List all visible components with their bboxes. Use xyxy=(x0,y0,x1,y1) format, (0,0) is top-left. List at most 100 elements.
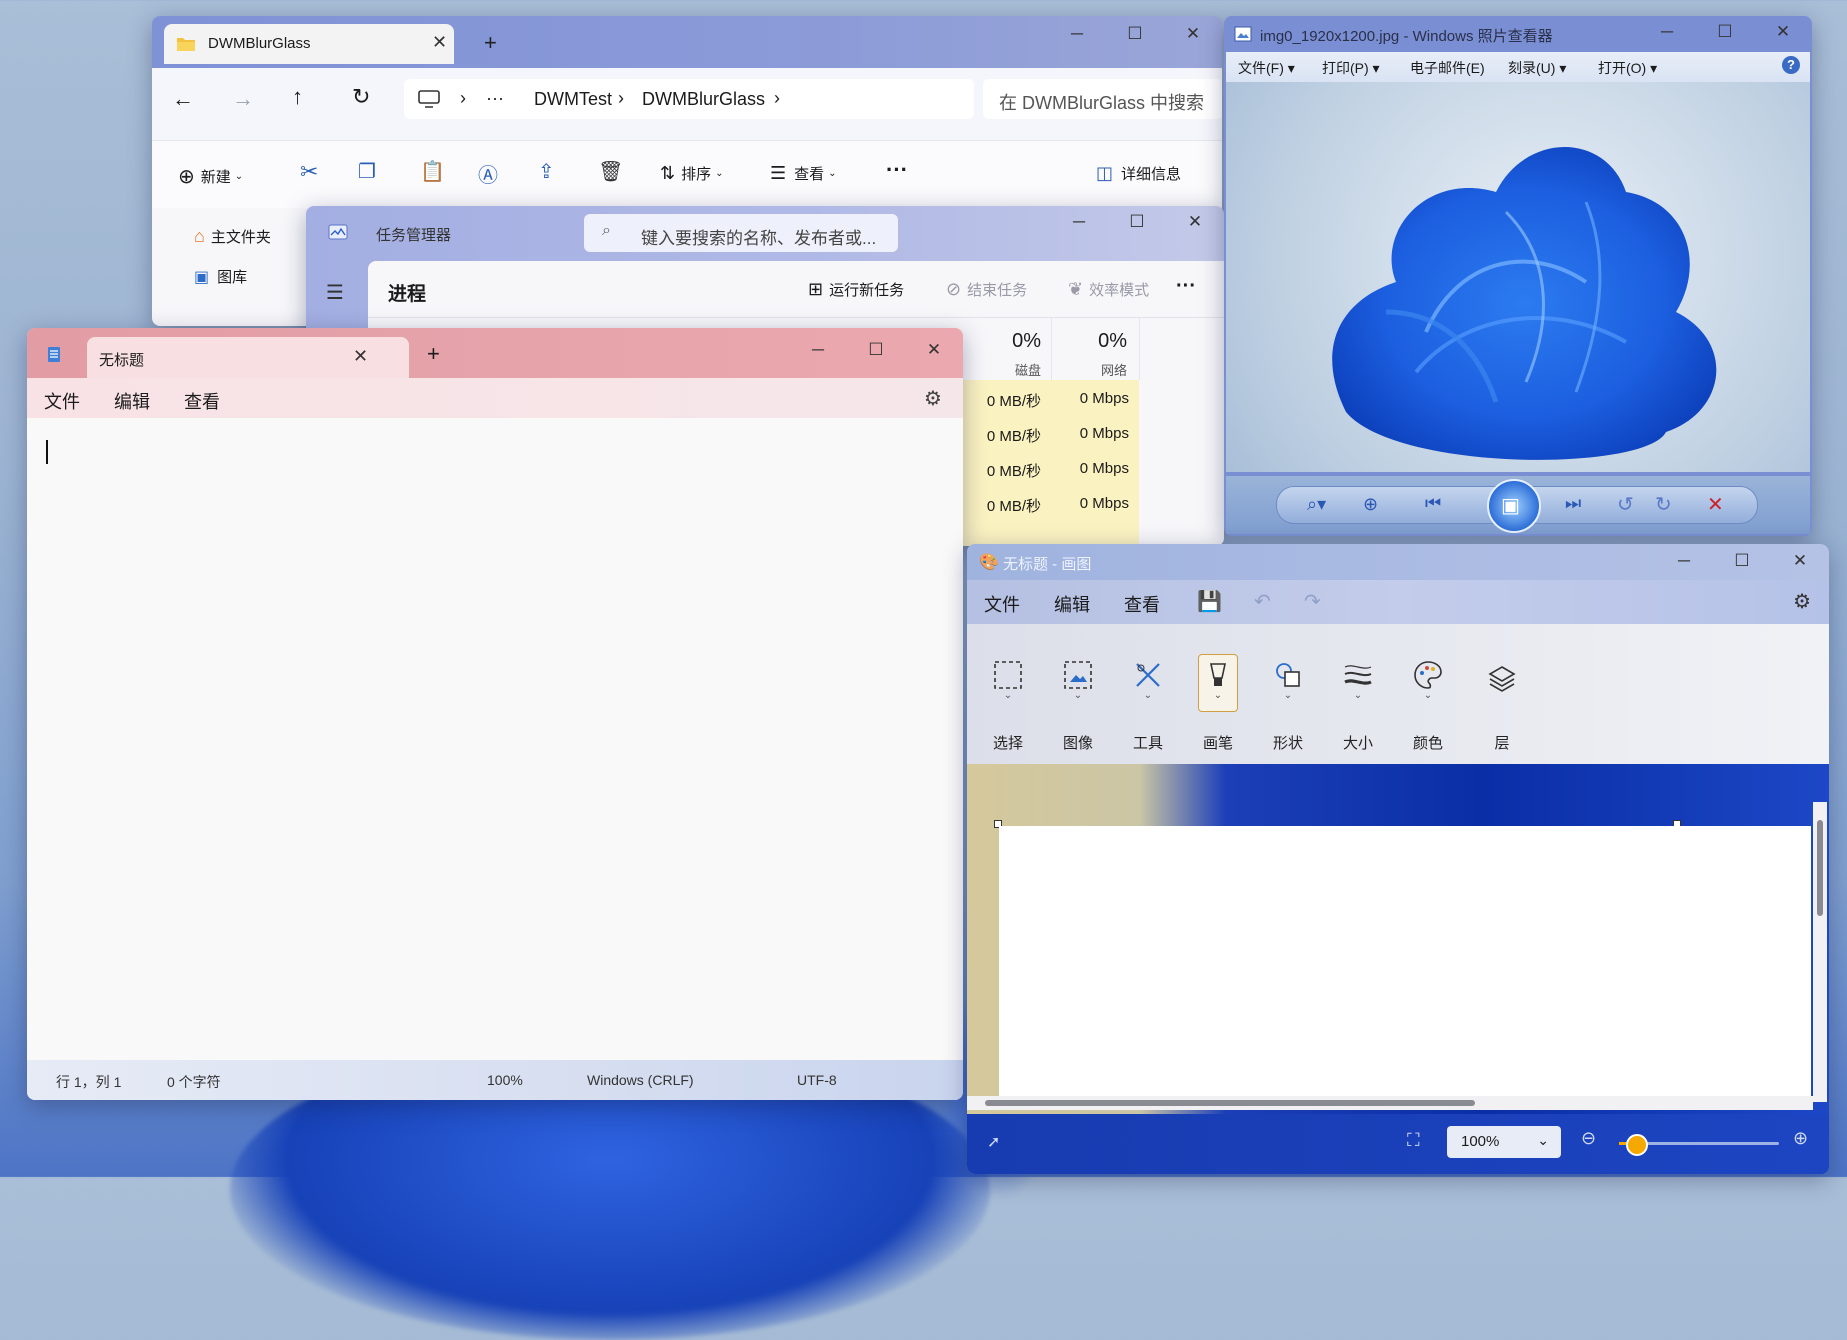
close-icon[interactable]: ✕ xyxy=(1754,16,1812,50)
explorer-search-input[interactable]: 在 DWMBlurGlass 中搜索 xyxy=(983,79,1222,119)
copy-icon[interactable]: ❐ xyxy=(358,159,376,184)
maximize-icon[interactable]: ☐ xyxy=(1696,16,1754,50)
next-icon[interactable]: ⏭ xyxy=(1565,493,1581,514)
maximize-icon[interactable]: ☐ xyxy=(847,332,905,368)
table-row[interactable]: 0 MB/秒 0 Mbps xyxy=(963,485,1139,521)
explorer-tab[interactable]: DWMBlurGlass ✕ xyxy=(164,24,454,64)
minimize-icon[interactable]: ─ xyxy=(1050,206,1108,240)
redo-icon[interactable]: ↷ xyxy=(1304,589,1321,614)
hamburger-menu-icon[interactable]: ☰ xyxy=(326,280,344,305)
more-options-icon[interactable]: ··· xyxy=(1176,275,1196,298)
breadcrumb-overflow[interactable]: ··· xyxy=(486,88,504,109)
menu-edit[interactable]: 编辑 xyxy=(1054,591,1090,617)
tool-image[interactable]: ⌄ 图像 xyxy=(1043,624,1113,764)
tool-select[interactable]: ⌄ 选择 xyxy=(973,624,1043,764)
forward-icon[interactable]: → xyxy=(232,86,254,112)
more-options-icon[interactable]: ··· xyxy=(886,157,908,183)
table-row[interactable]: 0 MB/秒 0 Mbps xyxy=(963,380,1139,416)
slideshow-button[interactable]: ▣ xyxy=(1487,479,1541,533)
breadcrumb-dwmtest[interactable]: DWMTest xyxy=(534,89,612,110)
close-icon[interactable]: ✕ xyxy=(1166,206,1224,240)
menu-burn[interactable]: 刻录(U) ▾ xyxy=(1508,58,1566,78)
tool-tools[interactable]: ⌄ 工具 xyxy=(1113,624,1183,764)
tool-shapes[interactable]: ⌄ 形状 xyxy=(1253,624,1323,764)
text-editor-area[interactable] xyxy=(27,418,963,1060)
cut-icon[interactable]: ✂ xyxy=(300,159,318,185)
zoom-slider[interactable] xyxy=(1619,1134,1779,1156)
share-icon[interactable]: ⇪ xyxy=(538,159,555,184)
help-icon[interactable]: ? xyxy=(1782,56,1800,74)
fit-to-window-icon[interactable]: ⛶ xyxy=(1407,1130,1420,1151)
sort-button[interactable]: ⇅ 排序 ⌄ xyxy=(660,163,724,184)
tool-size[interactable]: ⌄ 大小 xyxy=(1323,624,1393,764)
actual-size-icon[interactable]: ⊕ xyxy=(1363,494,1378,515)
menu-file[interactable]: 文件 xyxy=(44,388,80,414)
refresh-icon[interactable]: ↻ xyxy=(352,84,370,110)
maximize-icon[interactable]: ☐ xyxy=(1108,206,1166,240)
maximize-icon[interactable]: ☐ xyxy=(1713,544,1771,579)
table-row[interactable]: 0 MB/秒 0 Mbps xyxy=(963,450,1139,486)
rotate-right-icon[interactable]: ↻ xyxy=(1655,492,1672,517)
notepad-tab[interactable]: 无标题 ✕ xyxy=(87,337,409,378)
undo-icon[interactable]: ↶ xyxy=(1254,589,1271,614)
new-button[interactable]: ⊕ 新建 ⌄ xyxy=(178,164,243,189)
menu-print[interactable]: 打印(P) ▾ xyxy=(1322,58,1380,78)
menu-email[interactable]: 电子邮件(E) xyxy=(1410,58,1485,78)
close-icon[interactable]: ✕ xyxy=(1164,16,1222,52)
menu-file[interactable]: 文件 xyxy=(984,591,1020,617)
sidebar-item-home[interactable]: ⌂ 主文件夹 xyxy=(194,226,271,247)
new-tab-button[interactable]: + xyxy=(484,30,497,56)
minimize-icon[interactable]: ─ xyxy=(789,332,847,368)
address-bar[interactable]: › ··· DWMTest › DWMBlurGlass › xyxy=(404,79,974,119)
menu-view[interactable]: 查看 xyxy=(1124,591,1160,617)
task-search-input[interactable]: ⌕ 键入要搜索的名称、发布者或... xyxy=(584,214,898,252)
breadcrumb-dwmblurglass[interactable]: DWMBlurGlass xyxy=(642,89,765,110)
menu-edit[interactable]: 编辑 xyxy=(114,388,150,414)
zoom-in-icon[interactable]: ⊕ xyxy=(1793,1128,1808,1149)
zoom-icon[interactable]: ⌕▾ xyxy=(1307,494,1326,515)
maximize-icon[interactable]: ☐ xyxy=(1106,16,1164,52)
zoom-dropdown[interactable]: 100% ⌄ xyxy=(1447,1126,1561,1158)
end-task-button[interactable]: ⊘ 结束任务 xyxy=(946,279,1027,300)
close-tab-icon[interactable]: ✕ xyxy=(353,346,368,367)
scrollbar-thumb[interactable] xyxy=(985,1100,1475,1106)
minimize-icon[interactable]: ─ xyxy=(1638,16,1696,50)
run-new-task-button[interactable]: ⊞ 运行新任务 xyxy=(808,279,904,300)
delete-icon[interactable]: ✕ xyxy=(1707,492,1724,517)
scrollbar-thumb[interactable] xyxy=(1817,820,1823,916)
menu-view[interactable]: 查看 xyxy=(184,388,220,414)
back-icon[interactable]: ← xyxy=(172,86,194,112)
vertical-scrollbar[interactable] xyxy=(1813,802,1827,1102)
zoom-out-icon[interactable]: ⊖ xyxy=(1581,1128,1596,1149)
tool-brush[interactable]: ⌄ 画笔 xyxy=(1183,624,1253,764)
paste-icon[interactable]: 📋 xyxy=(420,159,445,184)
menu-file[interactable]: 文件(F) ▾ xyxy=(1238,58,1295,78)
horizontal-scrollbar[interactable] xyxy=(967,1096,1813,1110)
rotate-left-icon[interactable]: ↺ xyxy=(1617,492,1634,517)
details-button[interactable]: ◫ 详细信息 xyxy=(1096,163,1181,184)
tool-colors[interactable]: ⌄ 颜色 xyxy=(1393,624,1463,764)
settings-icon[interactable]: ⚙ xyxy=(1793,589,1811,614)
close-tab-icon[interactable]: ✕ xyxy=(432,32,447,53)
minimize-icon[interactable]: ─ xyxy=(1048,16,1106,52)
view-button[interactable]: ☰ 查看 ⌄ xyxy=(770,163,837,184)
sidebar-item-gallery[interactable]: ▣ 图库 xyxy=(194,266,247,287)
minimize-icon[interactable]: ─ xyxy=(1655,544,1713,579)
rename-icon[interactable]: Ⓐ xyxy=(478,159,498,188)
settings-icon[interactable]: ⚙ xyxy=(924,386,942,411)
column-header-network[interactable]: 0% 网络 xyxy=(1051,318,1140,380)
save-icon[interactable]: 💾 xyxy=(1197,589,1222,614)
efficiency-mode-button[interactable]: ❦ 效率模式 xyxy=(1068,279,1149,300)
close-icon[interactable]: ✕ xyxy=(1771,544,1829,579)
previous-icon[interactable]: ⏮ xyxy=(1425,493,1441,514)
close-icon[interactable]: ✕ xyxy=(905,332,963,368)
table-row[interactable]: 0 MB/秒 0 Mbps xyxy=(963,415,1139,451)
tool-layers[interactable]: 层 xyxy=(1467,624,1537,764)
menu-open[interactable]: 打开(O) ▾ xyxy=(1598,58,1657,78)
up-icon[interactable]: ↑ xyxy=(292,84,303,110)
zoom-slider-thumb[interactable] xyxy=(1626,1134,1648,1156)
drawing-canvas[interactable] xyxy=(999,826,1811,1096)
new-tab-button[interactable]: + xyxy=(427,341,440,367)
delete-icon[interactable]: 🗑 xyxy=(598,159,623,184)
column-header-disk[interactable]: 0% 磁盘 xyxy=(963,318,1052,380)
